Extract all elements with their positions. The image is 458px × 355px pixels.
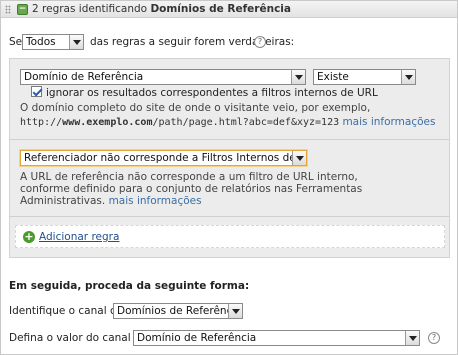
ignore-internal-checkbox[interactable] [31, 86, 42, 97]
help-icon[interactable]: ? [254, 36, 266, 48]
rule2-field-select[interactable]: Referenciador não corresponde a Filtros … [20, 150, 307, 166]
summary-bold: Domínios de Referência [150, 3, 291, 15]
collapse-toggle-icon[interactable]: − [17, 4, 28, 15]
help-icon[interactable]: ? [428, 332, 440, 344]
add-rule-area: + Adicionar regra [15, 225, 445, 248]
identify-channel-value: Domínios de Referência [117, 305, 242, 317]
chevron-down-icon [401, 70, 415, 84]
panel-header: − 2 regras identificando Domínios de Ref… [1, 1, 457, 18]
example-domain: www.exemplo.com [62, 117, 153, 128]
chevron-down-icon [291, 70, 305, 84]
rule1-field-select[interactable]: Domínio de Referência [20, 69, 306, 85]
rule-divider [9, 216, 450, 217]
rule2-description-3-text: Administrativas. [20, 195, 106, 207]
rule2-field-value: Referenciador não corresponde a Filtros … [24, 152, 307, 164]
se-label: Se [9, 36, 23, 48]
channel-value-value: Domínio de Referência [137, 332, 257, 344]
rule1-field-value: Domínio de Referência [24, 71, 144, 83]
example-prefix: http:// [20, 117, 63, 128]
summary-prefix: 2 regras identificando [32, 3, 151, 15]
chevron-down-icon [69, 35, 83, 49]
rule1-operator-select[interactable]: Existe [313, 69, 416, 85]
ignore-internal-label: ignorar os resultados correspondentes a … [46, 87, 378, 99]
chevron-down-icon [228, 304, 242, 318]
rule1-operator-value: Existe [317, 71, 349, 83]
drag-grip-icon[interactable] [5, 5, 11, 14]
channel-value-select[interactable]: Domínio de Referência [133, 330, 420, 346]
plus-icon[interactable]: + [23, 231, 35, 243]
identify-channel-select[interactable]: Domínios de Referência [113, 303, 243, 319]
panel-summary: 2 regras identificando Domínios de Refer… [32, 3, 291, 15]
rule1-more-info-link[interactable]: mais informações [342, 116, 435, 128]
chevron-down-icon [405, 331, 419, 345]
rule1-description: O domínio completo do site de onde o vis… [20, 102, 371, 114]
add-rule-link[interactable]: Adicionar regra [39, 231, 119, 243]
rule-divider [9, 139, 450, 140]
match-select-value: Todos [26, 36, 56, 48]
rule1-example: http://www.exemplo.com/path/page.html?ab… [20, 116, 435, 129]
rule2-description-3: Administrativas. mais informações [20, 195, 202, 208]
then-section-title: Em seguida, proceda da seguinte forma: [9, 280, 250, 292]
rule2-more-info-link[interactable]: mais informações [109, 195, 202, 207]
example-path: /path/page.html?abc=def&xyz=123 [152, 117, 340, 128]
match-select[interactable]: Todos [22, 34, 84, 50]
chevron-down-icon [292, 151, 306, 165]
